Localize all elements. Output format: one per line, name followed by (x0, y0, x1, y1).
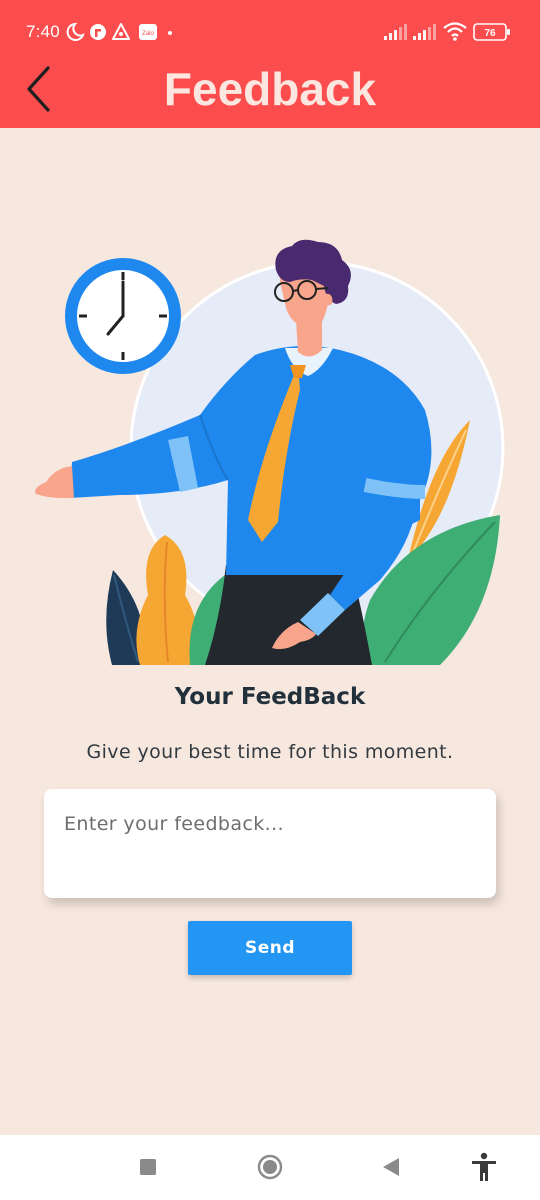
back-triangle-icon (383, 1158, 399, 1176)
status-left-icons: Zalo (66, 22, 172, 41)
feedback-illustration (35, 239, 520, 670)
notification-dot-icon (168, 31, 172, 35)
home-icon (257, 1154, 283, 1180)
moon-icon (66, 22, 85, 41)
status-time: 7:40 (26, 22, 60, 41)
send-button[interactable]: Send (188, 921, 352, 975)
battery-icon: 76 (473, 23, 510, 41)
left-hand (35, 466, 74, 498)
recent-apps-button[interactable] (130, 1149, 166, 1185)
feedback-card (44, 789, 496, 898)
back-nav-button[interactable] (373, 1149, 409, 1185)
signal-icon (413, 24, 436, 40)
page-title: Feedback (163, 63, 377, 115)
signal-icon (384, 24, 407, 40)
recent-apps-icon (140, 1159, 156, 1175)
home-button[interactable] (252, 1149, 288, 1185)
battery-level: 76 (484, 28, 496, 39)
status-bar: 7:40 Zalo 76 (0, 0, 540, 62)
clock-icon (65, 258, 181, 374)
svg-text:Zalo: Zalo (142, 31, 154, 37)
zalo-icon: Zalo (139, 24, 157, 40)
accessibility-icon (472, 1152, 496, 1181)
navigation-bar (0, 1135, 540, 1200)
wifi-icon (443, 22, 467, 41)
feedback-input[interactable] (44, 789, 496, 898)
app-header: 7:40 Zalo 76 Feedback (0, 0, 540, 128)
status-right-icons: 76 (384, 22, 510, 41)
app-triangle-icon (112, 23, 130, 40)
accessibility-button[interactable] (466, 1149, 502, 1185)
feedback-subtitle: Give your best time for this moment. (86, 741, 454, 763)
feedback-heading: Your FeedBack (174, 684, 366, 710)
facebook-messenger-icon (90, 24, 106, 40)
